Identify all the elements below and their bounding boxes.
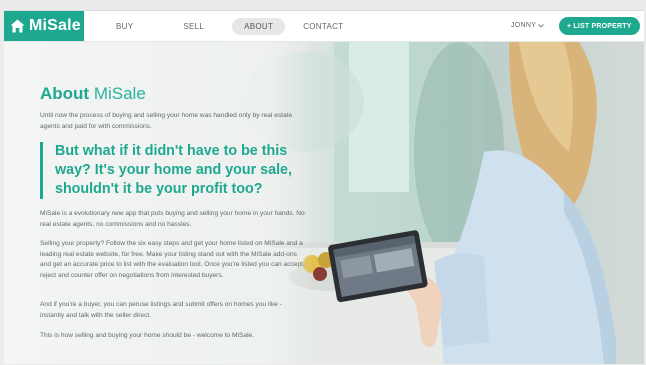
- paragraph-4: This is how selling and buying your home…: [40, 332, 255, 339]
- page-title: About MiSale: [40, 84, 146, 104]
- title-strong: About: [40, 84, 90, 103]
- list-property-button[interactable]: + LIST PROPERTY: [559, 17, 640, 35]
- app-frame: MiSale BUY SELL ABOUT CONTACT JONNY + LI…: [4, 10, 644, 364]
- top-nav-bar: MiSale BUY SELL ABOUT CONTACT JONNY + LI…: [4, 11, 644, 42]
- chevron-down-icon: [538, 23, 545, 28]
- nav-about[interactable]: ABOUT: [232, 17, 286, 35]
- nav-sell[interactable]: SELL: [171, 18, 216, 35]
- paragraph-1: MiSale is a evolutionary new app that pu…: [40, 210, 305, 228]
- nav-buy[interactable]: BUY: [104, 18, 145, 35]
- intro-paragraph: Until now the process of buying and sell…: [40, 112, 293, 130]
- user-menu[interactable]: JONNY: [511, 22, 545, 29]
- paragraph-3: And if you're a buyer, you can peruse li…: [40, 301, 282, 319]
- user-name: JONNY: [511, 22, 537, 29]
- title-light: MiSale: [93, 84, 146, 103]
- main-nav: BUY SELL ABOUT CONTACT: [104, 11, 355, 41]
- pull-quote: But what if it didn't have to be this wa…: [40, 142, 317, 199]
- brand-name: MiSale: [29, 17, 81, 34]
- nav-contact[interactable]: CONTACT: [291, 18, 355, 35]
- home-icon: [10, 19, 25, 33]
- paragraph-2: Selling your property? Follow the six ea…: [40, 240, 305, 279]
- brand-logo[interactable]: MiSale: [4, 11, 84, 41]
